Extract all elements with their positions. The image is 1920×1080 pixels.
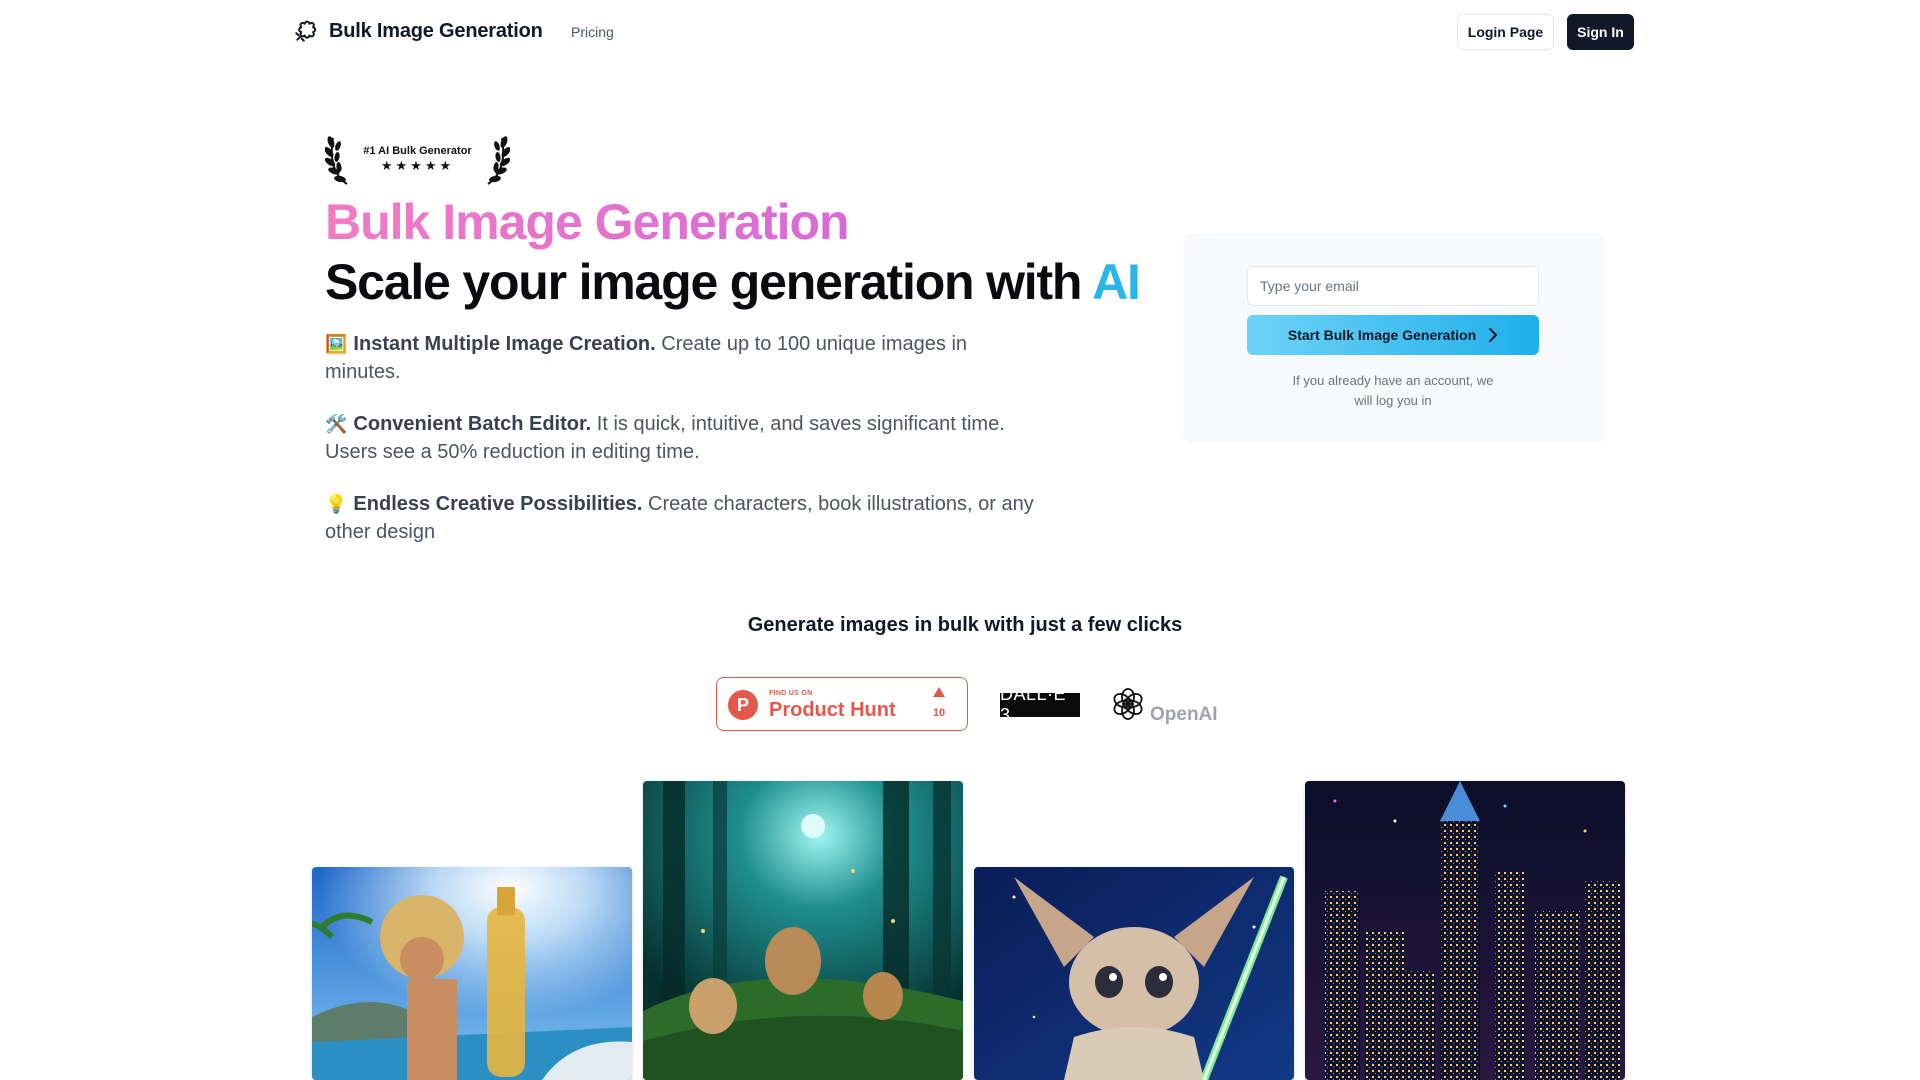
section-title: Generate images in bulk with just a few … xyxy=(747,614,1183,636)
start-bulk-generation-button[interactable]: Start Bulk Image Generation xyxy=(1247,315,1539,355)
chevron-right-icon xyxy=(1489,328,1498,342)
feature-item: 🛠️ Convenient Batch Editor. It is quick, … xyxy=(325,410,1045,466)
product-hunt-badge[interactable]: P FIND US ON Product Hunt 10 xyxy=(716,677,968,731)
hero-title-accent: AI xyxy=(1092,254,1141,310)
laurel-right-icon xyxy=(487,136,510,185)
product-hunt-name: Product Hunt xyxy=(769,699,896,721)
gallery-image-night-city xyxy=(1305,781,1625,1080)
puzzle-icon xyxy=(295,20,317,42)
top-nav: Bulk Image Generation Pricing Login Page… xyxy=(0,0,1920,64)
upvote-arrow-icon xyxy=(933,687,945,697)
openai-wordmark: OpenAI xyxy=(1150,704,1218,725)
brand-link[interactable]: Bulk Image Generation xyxy=(293,18,543,44)
openai-icon xyxy=(1113,688,1143,720)
login-page-button[interactable]: Login Page xyxy=(1457,14,1554,50)
tools-icon: 🛠️ xyxy=(325,414,348,434)
signup-note: If you already have an account, we will … xyxy=(1292,373,1494,408)
product-hunt-caption: FIND US ON xyxy=(769,690,813,697)
hero-eyebrow: Bulk Image Generation xyxy=(325,194,850,250)
feature-heading: Convenient Batch Editor. xyxy=(353,413,592,435)
gallery-image-forest-kittens xyxy=(643,781,963,1080)
gallery-image-rabbit-jedi xyxy=(974,867,1294,1080)
light-bulb-icon: 💡 xyxy=(325,494,348,514)
email-input[interactable] xyxy=(1247,266,1539,306)
hero-title: Scale your image generation with AI xyxy=(325,252,1141,312)
nav-pricing-link[interactable]: Pricing xyxy=(571,24,614,40)
product-hunt-logo-icon: P xyxy=(728,690,758,720)
signup-card: Start Bulk Image Generation If you alrea… xyxy=(1183,233,1605,443)
feature-item: 💡 Endless Creative Possibilities. Create … xyxy=(325,490,1045,546)
openai-logo: OpenAI xyxy=(1110,686,1218,725)
sign-in-button[interactable]: Sign In xyxy=(1567,14,1634,50)
feature-item: 🖼️ Instant Multiple Image Creation. Creat… xyxy=(325,330,1045,386)
picture-icon: 🖼️ xyxy=(325,334,348,354)
award-badge: #1 AI Bulk Generator ★★★★★ xyxy=(325,128,510,188)
feature-list: 🖼️ Instant Multiple Image Creation. Creat… xyxy=(325,330,1045,570)
upvote-count: 10 xyxy=(932,707,946,719)
start-button-label: Start Bulk Image Generation xyxy=(1287,327,1477,343)
brand-name: Bulk Image Generation xyxy=(329,19,543,42)
dalle-logo: DALL·E 3 xyxy=(1000,684,1080,725)
gallery-image-beach-drink xyxy=(312,867,632,1080)
feature-heading: Instant Multiple Image Creation. xyxy=(353,333,656,355)
feature-heading: Endless Creative Possibilities. xyxy=(353,493,643,515)
hero-title-text: Scale your image generation with xyxy=(325,254,1082,310)
